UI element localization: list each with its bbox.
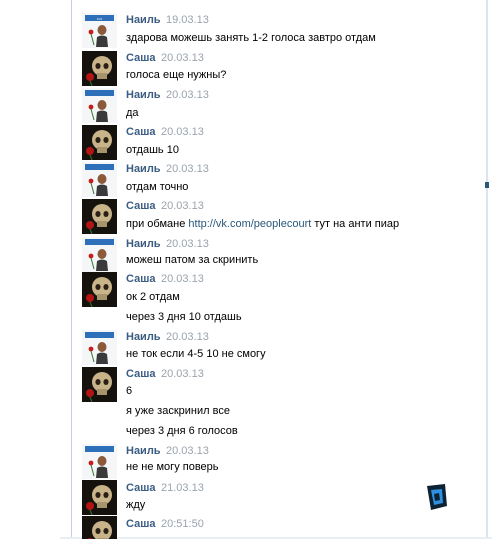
- message-author[interactable]: Наиль: [126, 89, 161, 102]
- app-logo-icon: [425, 482, 449, 512]
- message-date: 20.03.13: [161, 200, 204, 212]
- message-text: через 3 дня 10 отдашь: [126, 311, 242, 323]
- message-text: отдашь 10: [126, 144, 179, 156]
- nail-avatar-icon[interactable]: ••••: [82, 13, 117, 48]
- message-author[interactable]: Саша: [126, 52, 155, 65]
- message-date: 20.03.13: [161, 52, 204, 64]
- message-date: 20.03.13: [166, 331, 209, 343]
- message-author[interactable]: Саша: [126, 273, 155, 286]
- message-author[interactable]: Наиль: [126, 331, 161, 344]
- message-text: через 3 дня 6 голосов: [126, 425, 238, 437]
- message-author[interactable]: Саша: [126, 200, 155, 213]
- skull-rose-avatar-icon[interactable]: [82, 516, 117, 539]
- message-text: не ток если 4-5 10 не смогу: [126, 348, 266, 360]
- message-text: ок 2 отдам: [126, 291, 180, 303]
- message-date: 20.03.13: [166, 163, 209, 175]
- message-text: не не могу поверь: [126, 461, 219, 473]
- scrollbar-thumb[interactable]: [485, 182, 489, 188]
- nail-avatar-icon[interactable]: [82, 444, 117, 479]
- nail-avatar-icon[interactable]: [82, 330, 117, 365]
- skull-rose-avatar-icon[interactable]: [82, 51, 117, 86]
- message-author[interactable]: Наиль: [126, 238, 161, 251]
- message-author[interactable]: Саша: [126, 482, 155, 495]
- message-author[interactable]: Наиль: [126, 14, 161, 27]
- skull-rose-avatar-icon[interactable]: [82, 272, 117, 307]
- message-date: 20:51:50: [161, 518, 204, 530]
- message-text: жду: [126, 499, 146, 511]
- message-text: здарова можешь занять 1-2 голоса завтро …: [126, 32, 376, 44]
- message-text: 6: [126, 385, 133, 397]
- message-author[interactable]: Саша: [126, 126, 155, 139]
- message-text-after-link: тут на анти пиар: [311, 218, 400, 230]
- message-date: 21.03.13: [161, 482, 204, 494]
- skull-rose-avatar-icon[interactable]: [82, 199, 117, 234]
- message-text: да: [126, 107, 139, 119]
- message-text: я уже заскринил все: [126, 405, 230, 417]
- message-date: 20.03.13: [166, 89, 209, 101]
- skull-rose-avatar-icon[interactable]: [82, 125, 117, 160]
- svg-text:••••: ••••: [97, 16, 103, 21]
- skull-rose-avatar-icon[interactable]: [82, 480, 117, 515]
- message-text: при обмане http://vk.com/peoplecourt тут…: [126, 218, 399, 231]
- message-text: отдам точно: [126, 181, 189, 193]
- message-author[interactable]: Наиль: [126, 163, 161, 176]
- message-date: 20.03.13: [166, 238, 209, 250]
- nail-avatar-icon[interactable]: [82, 237, 117, 272]
- message-author[interactable]: Саша: [126, 518, 155, 531]
- skull-rose-avatar-icon[interactable]: [82, 367, 117, 402]
- nail-avatar-icon[interactable]: [82, 162, 117, 197]
- timeline-divider: [71, 0, 72, 539]
- peoplecourt-link[interactable]: http://vk.com/peoplecourt: [188, 218, 311, 230]
- message-date: 19.03.13: [166, 14, 209, 26]
- nail-avatar-icon[interactable]: [82, 88, 117, 123]
- message-author[interactable]: Наиль: [126, 445, 161, 458]
- scrollbar-track[interactable]: [486, 0, 488, 539]
- message-text: голоса еще нужны?: [126, 69, 227, 81]
- message-date: 20.03.13: [166, 445, 209, 457]
- message-text-before-link: при обмане: [126, 218, 189, 230]
- message-date: 20.03.13: [161, 368, 204, 380]
- message-date: 20.03.13: [161, 126, 204, 138]
- message-text: можеш патом за скринить: [126, 254, 259, 266]
- message-date: 20.03.13: [161, 273, 204, 285]
- message-author[interactable]: Саша: [126, 368, 155, 381]
